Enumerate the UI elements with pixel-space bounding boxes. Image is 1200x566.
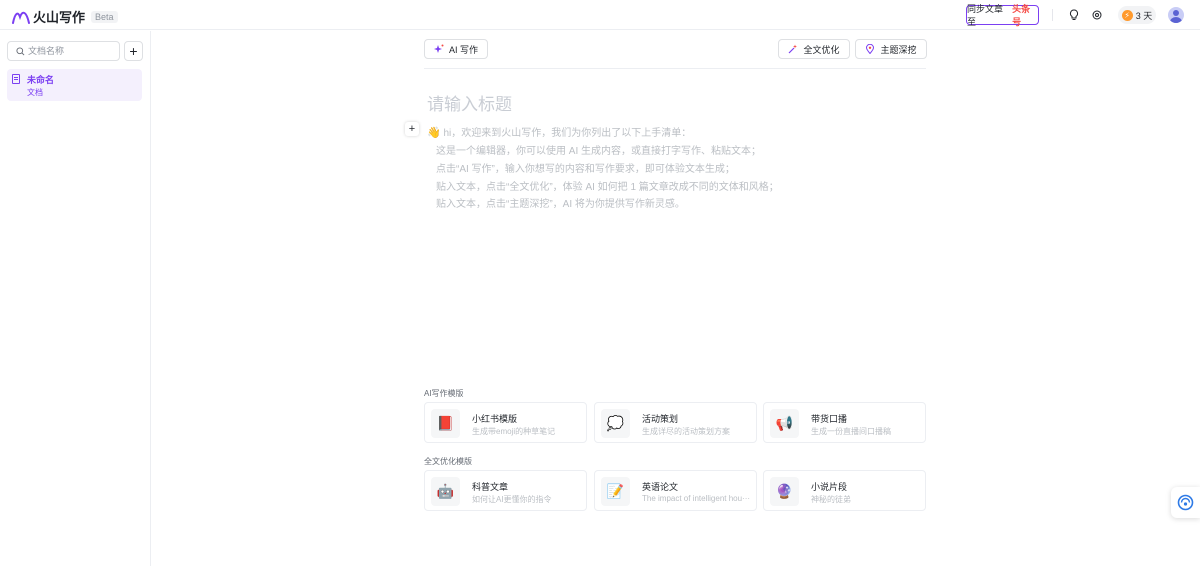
beta-badge: Beta	[91, 10, 118, 23]
sidebar-doc-item[interactable]: 未命名 文档	[7, 69, 142, 101]
document-icon	[12, 74, 20, 84]
app-logo[interactable]: 火山写作 Beta	[12, 7, 118, 26]
assistant-float-button[interactable]	[1171, 487, 1200, 518]
template-name: 活动策划	[642, 414, 679, 424]
doc-type: 文档	[27, 88, 43, 97]
doc-title: 未命名	[27, 75, 55, 85]
assistant-icon	[1177, 494, 1194, 511]
intro-line[interactable]: 👋 hi，欢迎来到火山写作，我们为你列出了以下上手清单：	[427, 124, 691, 139]
template-card-science[interactable]: 🤖 科普文章 如何让AI更懂你的指令	[424, 470, 587, 511]
template-card-xiaohongshu[interactable]: 📕 小红书模版 生成带emoji的种草笔记	[424, 402, 587, 443]
optimize-button[interactable]: 全文优化	[778, 39, 850, 59]
sync-target: 头条号	[1012, 4, 1031, 27]
doc-search-box[interactable]	[7, 41, 120, 61]
checklist-line[interactable]: 贴入文本，点击“主题深挖”，AI 将为你提供写作新灵感。	[436, 195, 685, 210]
insert-block-button[interactable]: +	[405, 122, 419, 136]
doc-search-input[interactable]	[28, 46, 118, 56]
streak-days: 3 天	[1135, 10, 1153, 21]
template-name: 小说片段	[811, 482, 848, 492]
ai-write-button[interactable]: AI 写作	[424, 39, 488, 59]
red-book-icon: 📕	[431, 409, 460, 438]
top-header: 火山写作 Beta 同步文章至 头条号 ⚡ 3 天	[0, 0, 1200, 30]
sync-label: 同步文章至	[967, 4, 1004, 27]
magic-wand-icon	[789, 44, 798, 54]
ai-write-label: AI 写作	[448, 44, 478, 55]
template-card-english-paper[interactable]: 📝 英语论文 The impact of intelligent hou···	[594, 470, 757, 511]
template-name: 带货口播	[811, 414, 848, 424]
plus-icon: +	[408, 123, 416, 135]
user-avatar[interactable]	[1168, 7, 1184, 23]
title-input[interactable]: 请输入标题	[427, 90, 512, 115]
crystal-ball-icon: 🔮	[770, 477, 799, 506]
template-desc: 生成详尽的活动策划方案	[642, 427, 730, 436]
topic-dig-label: 主题深挖	[880, 44, 917, 55]
template-desc: 生成带emoji的种草笔记	[472, 427, 556, 436]
sparkle-icon	[433, 44, 444, 53]
lightning-icon: ⚡	[1121, 9, 1133, 21]
sidebar: + 未命名 文档	[0, 31, 151, 566]
checklist-line[interactable]: 这是一个编辑器，你可以使用 AI 生成内容，或直接打字写作、粘贴文本；	[436, 142, 761, 157]
mountain-logo-icon	[12, 11, 30, 24]
ai-template-section-label: AI写作模版	[424, 389, 464, 398]
template-desc: 如何让AI更懂你的指令	[472, 495, 552, 504]
template-desc: 神秘的徒弟	[811, 495, 851, 504]
lightbulb-icon[interactable]	[1067, 8, 1081, 22]
settings-icon[interactable]	[1090, 8, 1104, 22]
template-desc: 生成一份直播间口播稿	[811, 427, 891, 436]
thought-bubble-icon: 💭	[601, 409, 630, 438]
checklist-line[interactable]: 贴入文本，点击“全文优化”，体验 AI 如何把 1 篇文章改成不同的文体和风格；	[436, 178, 779, 193]
template-card-live-script[interactable]: 📢 带货口播 生成一份直播间口播稿	[763, 402, 926, 443]
plus-icon: +	[129, 43, 138, 59]
megaphone-icon: 📢	[770, 409, 799, 438]
memo-icon: 📝	[601, 477, 630, 506]
search-icon	[16, 46, 25, 55]
checklist-line[interactable]: 点击“AI 写作”，输入你想写的内容和写作要求，即可体验文本生成；	[436, 160, 735, 175]
template-desc: The impact of intelligent hou···	[642, 494, 751, 503]
intro-text: hi，欢迎来到火山写作，我们为你列出了以下上手清单：	[443, 128, 692, 139]
optimize-label: 全文优化	[803, 44, 840, 55]
add-doc-button[interactable]: +	[124, 41, 143, 61]
template-name: 小红书模版	[472, 414, 518, 424]
app-name: 火山写作	[33, 10, 86, 25]
template-name: 英语论文	[642, 482, 679, 492]
waving-hand-icon: 👋	[427, 127, 441, 139]
location-pin-icon	[866, 44, 875, 54]
streak-badge[interactable]: ⚡ 3 天	[1118, 6, 1156, 24]
template-card-event-plan[interactable]: 💭 活动策划 生成详尽的活动策划方案	[594, 402, 757, 443]
template-name: 科普文章	[472, 482, 509, 492]
header-divider	[1052, 9, 1053, 21]
optimize-template-section-label: 全文优化模版	[424, 457, 472, 466]
topic-dig-button[interactable]: 主题深挖	[855, 39, 927, 59]
sync-toutiao-button[interactable]: 同步文章至 头条号	[966, 4, 1039, 27]
toolbar-divider	[424, 68, 926, 69]
template-card-novel[interactable]: 🔮 小说片段 神秘的徒弟	[763, 470, 926, 511]
robot-icon: 🤖	[431, 477, 460, 506]
